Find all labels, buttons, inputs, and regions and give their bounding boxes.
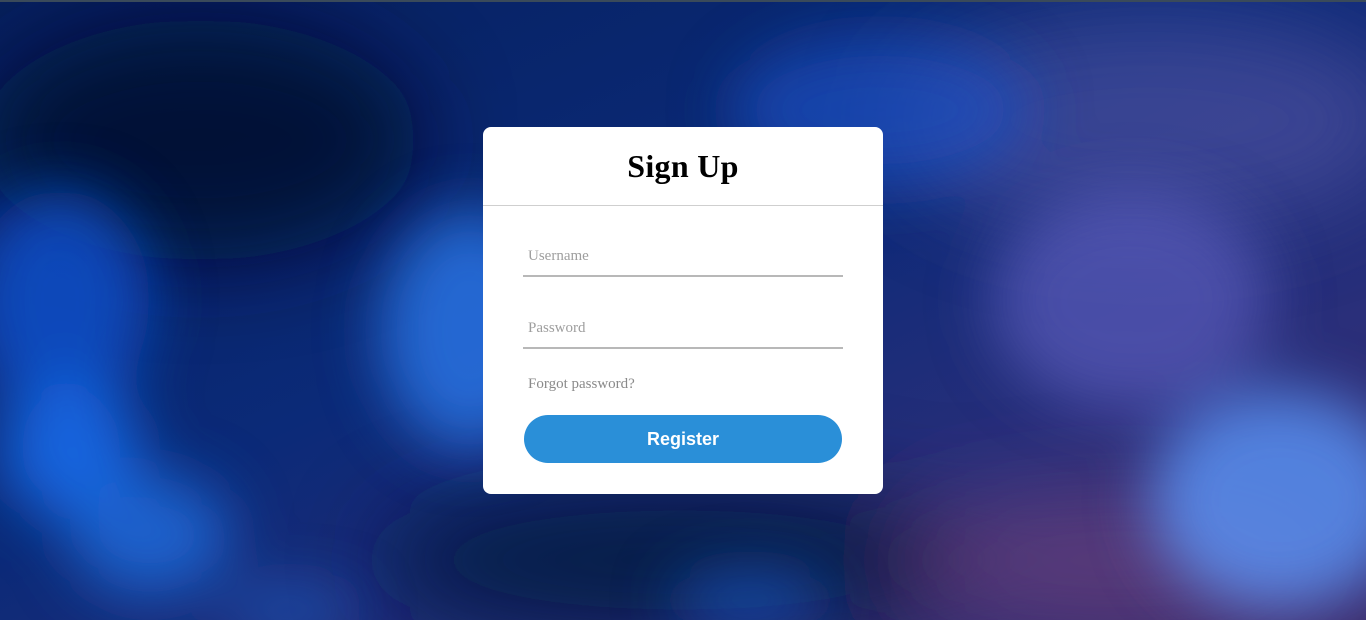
username-input[interactable] xyxy=(523,237,843,275)
register-button[interactable]: Register xyxy=(524,415,842,463)
password-field xyxy=(523,309,843,349)
password-input[interactable] xyxy=(523,309,843,347)
forgot-password-link[interactable]: Forgot password? xyxy=(528,376,635,393)
window-top-border xyxy=(0,0,1366,2)
username-field xyxy=(523,237,843,277)
signup-card: Sign Up Forgot password? Register xyxy=(483,127,883,494)
signup-title: Sign Up xyxy=(627,147,739,184)
signup-card-header: Sign Up xyxy=(483,127,883,206)
